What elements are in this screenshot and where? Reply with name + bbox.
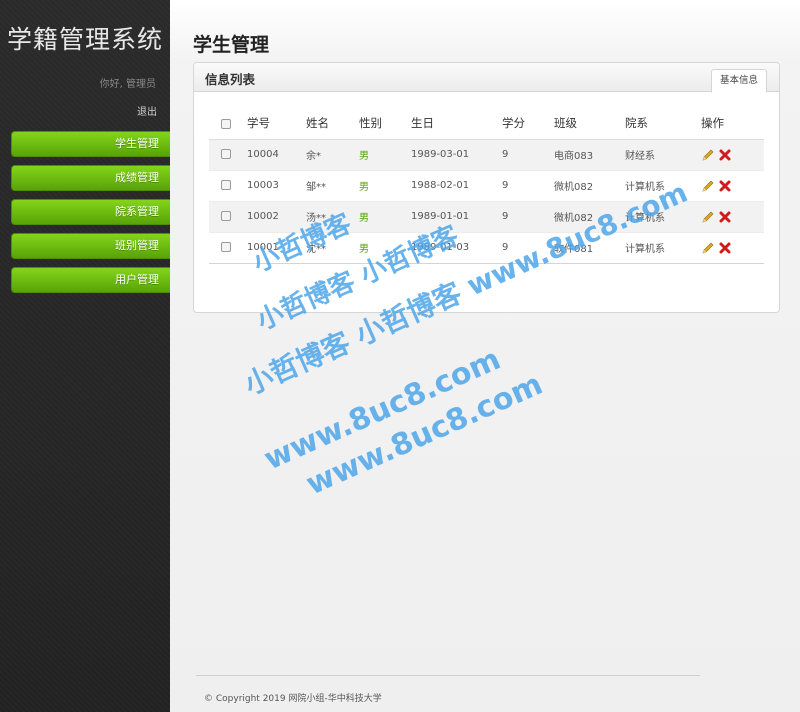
delete-x-icon[interactable]: [718, 148, 732, 162]
logout-link[interactable]: 退出: [137, 103, 157, 118]
column-header-id[interactable]: 学号: [247, 108, 306, 140]
cell-birthday: 1989-03-01: [411, 139, 502, 171]
cell-department: 计算机系: [625, 232, 701, 264]
footer-divider: [196, 675, 700, 676]
user-greeting: 你好, 管理员: [99, 79, 156, 90]
cell-credits: 9: [502, 170, 554, 202]
cell-gender: 男: [359, 201, 411, 233]
select-all-checkbox[interactable]: [221, 118, 231, 129]
cell-class: 电商083: [554, 139, 625, 171]
column-header-birthday[interactable]: 生日: [411, 108, 502, 140]
cell-credits: 9: [502, 201, 554, 233]
table-row: 10004 余* 男 1989-03-01 9 电商083 财经系: [209, 139, 764, 171]
nav-item-class[interactable]: 班别管理: [11, 233, 170, 259]
table-header-row: 学号 姓名 性别 生日 学分 班级 院系 操作: [209, 108, 764, 140]
cell-gender: 男: [359, 170, 411, 202]
row-checkbox[interactable]: [221, 242, 231, 252]
cell-birthday: 1988-02-01: [411, 170, 502, 202]
footer-copyright: © Copyright 2019 网院小组-华中科技大学: [204, 694, 382, 704]
panel-header: 信息列表 基本信息: [194, 63, 779, 93]
cell-id: 10004: [247, 139, 306, 171]
cell-name: 汤**: [306, 201, 359, 233]
cell-department: 计算机系: [625, 170, 701, 202]
cell-name: 沈**: [306, 232, 359, 264]
column-header-actions: 操作: [701, 108, 764, 140]
row-checkbox[interactable]: [221, 180, 231, 190]
cell-id: 10003: [247, 170, 306, 202]
column-header-name[interactable]: 姓名: [306, 108, 359, 140]
table-row: 10003 邹** 男 1988-02-01 9 微机082 计算机系: [209, 170, 764, 202]
cell-gender: 男: [359, 139, 411, 171]
cell-credits: 9: [502, 232, 554, 264]
app-title: 学籍管理系统: [7, 25, 164, 54]
column-header-department[interactable]: 院系: [625, 108, 701, 140]
info-list-panel: 信息列表 基本信息 学号 姓名 性别 生日 学分 班级 院系 操作 10004 …: [193, 62, 780, 313]
cell-actions: [701, 201, 764, 233]
main-content: 学生管理 信息列表 基本信息 学号 姓名 性别 生日 学分 班级 院系 操作 1…: [170, 0, 800, 712]
nav-item-student[interactable]: 学生管理: [11, 131, 170, 157]
cell-credits: 9: [502, 139, 554, 171]
cell-class: 微机082: [554, 170, 625, 202]
cell-class: 软件081: [554, 232, 625, 264]
cell-name: 邹**: [306, 170, 359, 202]
nav-item-department[interactable]: 院系管理: [11, 199, 170, 225]
sidebar-nav: 学生管理 成绩管理 院系管理 班别管理 用户管理: [11, 131, 170, 301]
column-header-credits[interactable]: 学分: [502, 108, 554, 140]
cell-department: 计算机系: [625, 201, 701, 233]
cell-id: 10002: [247, 201, 306, 233]
sidebar: 学籍管理系统 你好, 管理员 退出 学生管理 成绩管理 院系管理 班别管理 用户…: [0, 0, 170, 712]
delete-x-icon[interactable]: [718, 179, 732, 193]
delete-x-icon[interactable]: [718, 241, 732, 255]
cell-id: 10001: [247, 232, 306, 264]
table-row: 10001 沈** 男 1989-01-03 9 软件081 计算机系: [209, 232, 764, 264]
page-title: 学生管理: [193, 34, 270, 56]
cell-gender: 男: [359, 232, 411, 264]
pencil-icon[interactable]: [701, 148, 715, 162]
cell-name: 余*: [306, 139, 359, 171]
cell-birthday: 1989-01-03: [411, 232, 502, 264]
delete-x-icon[interactable]: [718, 210, 732, 224]
nav-item-user[interactable]: 用户管理: [11, 267, 170, 293]
column-header-gender[interactable]: 性别: [359, 108, 411, 140]
table-row: 10002 汤** 男 1989-01-01 9 微机082 计算机系: [209, 201, 764, 233]
cell-class: 微机082: [554, 201, 625, 233]
pencil-icon[interactable]: [701, 179, 715, 193]
cell-actions: [701, 170, 764, 202]
pencil-icon[interactable]: [701, 210, 715, 224]
cell-birthday: 1989-01-01: [411, 201, 502, 233]
cell-department: 财经系: [625, 139, 701, 171]
panel-title: 信息列表: [205, 72, 256, 87]
row-checkbox[interactable]: [221, 211, 231, 221]
cell-actions: [701, 232, 764, 264]
tab-basic-info[interactable]: 基本信息: [710, 69, 767, 93]
cell-actions: [701, 139, 764, 171]
row-checkbox[interactable]: [221, 149, 231, 159]
nav-item-score[interactable]: 成绩管理: [11, 165, 170, 191]
student-table: 学号 姓名 性别 生日 学分 班级 院系 操作 10004 余* 男 1989-…: [209, 108, 764, 264]
pencil-icon[interactable]: [701, 241, 715, 255]
column-header-class[interactable]: 班级: [554, 108, 625, 140]
